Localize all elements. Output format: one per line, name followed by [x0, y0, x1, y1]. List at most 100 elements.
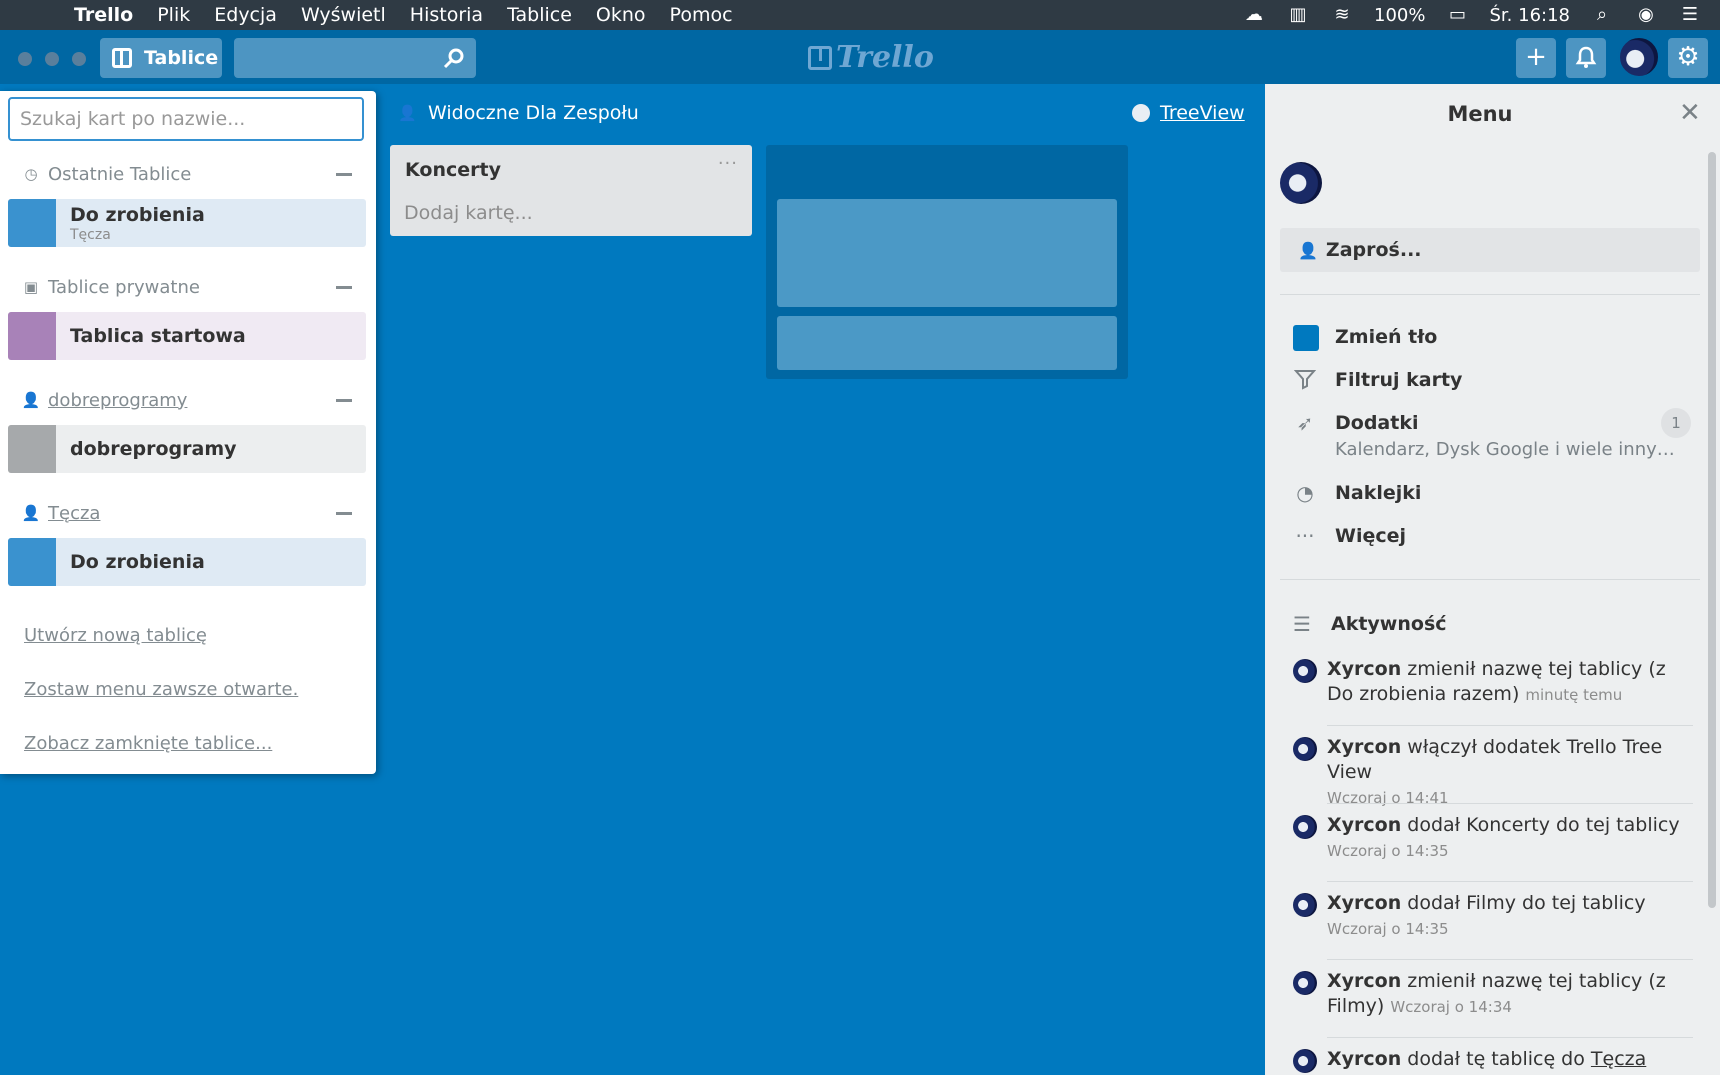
- window-close-button[interactable]: [18, 52, 32, 66]
- creative-cloud-icon[interactable]: ☁: [1242, 6, 1266, 24]
- add-card-link[interactable]: Dodaj kartę...: [404, 202, 533, 224]
- list-title[interactable]: Koncerty: [405, 159, 501, 181]
- team-icon: 👤: [21, 504, 41, 522]
- activity-title: Aktywność: [1331, 613, 1447, 635]
- board-tile-text: dobreprogramy: [56, 425, 237, 473]
- trello-logo-icon: [808, 45, 832, 70]
- board-tile-do-zrobienia[interactable]: Do zrobienia Tęcza: [8, 199, 366, 247]
- activity-item: Xyrcon dodał Koncerty do tej tablicy Wczo…: [1293, 813, 1693, 882]
- activity-text: Xyrcon zmienił nazwę tej tablicy (z Film…: [1327, 969, 1693, 1020]
- close-icon[interactable]: ✕: [1679, 98, 1701, 128]
- menu-item-more[interactable]: ··· Więcej: [1293, 524, 1698, 548]
- trello-logo[interactable]: Trello: [808, 40, 934, 75]
- menu-app-trello[interactable]: Trello: [74, 4, 133, 26]
- closed-boards-link[interactable]: Zobacz zamknięte tablice...: [24, 733, 272, 754]
- memory-icon[interactable]: ▥: [1286, 6, 1310, 24]
- notification-center-icon[interactable]: ☰: [1678, 6, 1702, 24]
- activity-avatar[interactable]: [1293, 815, 1317, 839]
- activity-header: ☰ Aktywność: [1293, 612, 1447, 636]
- list-koncerty[interactable]: Koncerty ··· Dodaj kartę...: [390, 145, 752, 236]
- board-visibility[interactable]: 👤 Widoczne Dla Zespołu: [398, 102, 639, 124]
- team-link[interactable]: dobreprogramy: [48, 390, 187, 411]
- activity-time[interactable]: Wczoraj o 14:41: [1327, 789, 1449, 807]
- board-tile-tablica-startowa[interactable]: Tablica startowa: [8, 312, 366, 360]
- activity-avatar[interactable]: [1293, 1049, 1317, 1073]
- activity-time[interactable]: Wczoraj o 14:34: [1390, 998, 1512, 1016]
- menu-historia[interactable]: Historia: [410, 4, 483, 26]
- collapse-section-button[interactable]: [336, 173, 352, 176]
- activity-time[interactable]: Wczoraj o 14:35: [1327, 920, 1449, 938]
- notifications-button[interactable]: [1566, 38, 1606, 78]
- divider: [1280, 579, 1700, 580]
- battery-icon[interactable]: ▭: [1446, 6, 1470, 24]
- menu-wyswietl[interactable]: Wyświetl: [301, 4, 386, 26]
- clock[interactable]: Śr. 16:18: [1490, 5, 1571, 26]
- activity-user[interactable]: Xyrcon: [1327, 658, 1401, 680]
- collapse-section-button[interactable]: [336, 286, 352, 289]
- board-tile-do-zrobienia-tecza[interactable]: Do zrobienia: [8, 538, 366, 586]
- boards-button[interactable]: Tablice: [100, 38, 222, 78]
- divider: [1280, 294, 1700, 295]
- board-name: Tablica startowa: [70, 325, 246, 347]
- search-icon[interactable]: [442, 46, 466, 70]
- add-list-placeholder[interactable]: [766, 145, 1128, 379]
- activity-user[interactable]: Xyrcon: [1327, 814, 1401, 836]
- window-minimize-button[interactable]: [45, 52, 59, 66]
- activity-user[interactable]: Xyrcon: [1327, 892, 1401, 914]
- activity-team-link[interactable]: Tęcza: [1591, 1048, 1646, 1070]
- member-avatar[interactable]: [1280, 162, 1322, 204]
- menu-item-powerups[interactable]: ➶ Dodatki Kalendarz, Dysk Google i wiele…: [1293, 411, 1698, 460]
- team-link[interactable]: Tęcza: [48, 503, 100, 524]
- window-zoom-button[interactable]: [72, 52, 86, 66]
- menu-item-change-background[interactable]: Zmień tło: [1293, 325, 1698, 351]
- menu-plik[interactable]: Plik: [157, 4, 190, 26]
- siri-icon[interactable]: ◉: [1634, 6, 1658, 24]
- activity-avatar[interactable]: [1293, 659, 1317, 683]
- activity-time[interactable]: Wczoraj o 14:35: [1327, 842, 1449, 860]
- activity-avatar[interactable]: [1293, 971, 1317, 995]
- activity-avatar[interactable]: [1293, 737, 1317, 761]
- board-tile-dobreprogramy[interactable]: dobreprogramy: [8, 425, 366, 473]
- menu-tablice[interactable]: Tablice: [507, 4, 572, 26]
- activity-user[interactable]: Xyrcon: [1327, 970, 1401, 992]
- list-menu-icon[interactable]: ···: [718, 153, 738, 174]
- menu-item-stickers[interactable]: ◔ Naklejki: [1293, 481, 1698, 505]
- board-menu-sidebar: Menu ✕ 👤 Zaproś... Zmień tło Filtruj kar…: [1265, 84, 1720, 1075]
- activity-avatar[interactable]: [1293, 893, 1317, 917]
- menu-okno[interactable]: Okno: [596, 4, 646, 26]
- section-team-tecza: 👤 Tęcza: [22, 498, 362, 528]
- collapse-section-button[interactable]: [336, 512, 352, 515]
- board-search-input[interactable]: [8, 97, 364, 141]
- keep-menu-open-link[interactable]: Zostaw menu zawsze otwarte.: [24, 679, 298, 700]
- create-button[interactable]: +: [1516, 38, 1556, 78]
- divider: [1327, 725, 1693, 726]
- activity-item: Xyrcon włączył dodatek Trello Tree View W…: [1293, 735, 1693, 811]
- invite-button[interactable]: 👤 Zaproś...: [1280, 228, 1700, 272]
- create-board-link[interactable]: Utwórz nową tablicę: [24, 625, 207, 646]
- board-tile-text: Do zrobienia: [56, 538, 205, 586]
- activity-time[interactable]: minutę temu: [1525, 686, 1622, 704]
- activity-text: Xyrcon dodał tę tablicę do Tęcza: [1327, 1047, 1693, 1072]
- menu-item-subtitle: Kalendarz, Dysk Google i wiele innych...: [1335, 439, 1680, 460]
- battery-percent: 100%: [1374, 4, 1426, 26]
- activity-user[interactable]: Xyrcon: [1327, 736, 1401, 758]
- menu-scrollbar[interactable]: [1708, 152, 1716, 908]
- board-color-swatch: [8, 538, 56, 586]
- board-visibility-label: Widoczne Dla Zespołu: [428, 102, 639, 124]
- user-avatar[interactable]: [1618, 36, 1660, 78]
- menu-item-filter-cards[interactable]: Filtruj karty: [1293, 368, 1698, 392]
- wifi-icon[interactable]: ≋: [1330, 6, 1354, 24]
- activity-user[interactable]: Xyrcon: [1327, 1048, 1401, 1070]
- treeview-powerup-link[interactable]: TreeView: [1132, 102, 1245, 124]
- section-team-dobreprogramy: 👤 dobreprogramy: [22, 385, 362, 415]
- menu-edycja[interactable]: Edycja: [214, 4, 277, 26]
- menu-pomoc[interactable]: Pomoc: [670, 4, 733, 26]
- treeview-label: TreeView: [1160, 102, 1245, 124]
- settings-button[interactable]: ⚙: [1668, 38, 1708, 78]
- collapse-section-button[interactable]: [336, 399, 352, 402]
- menu-item-text: Dodatki Kalendarz, Dysk Google i wiele i…: [1335, 411, 1680, 460]
- spotlight-search-icon[interactable]: ⌕: [1590, 6, 1614, 24]
- boards-button-label: Tablice: [144, 47, 219, 69]
- board-team: Tęcza: [70, 226, 111, 243]
- header-search-input[interactable]: [234, 38, 476, 78]
